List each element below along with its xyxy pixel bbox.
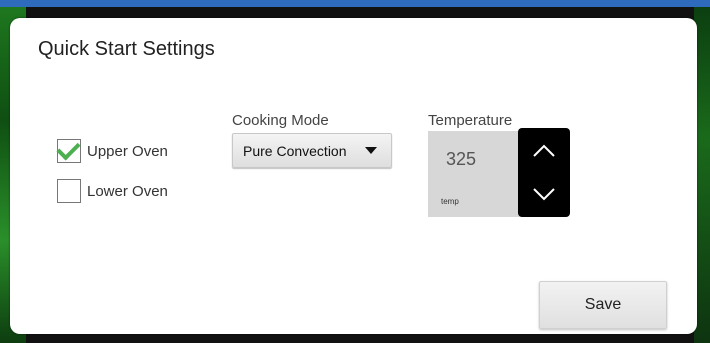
temperature-increase-button[interactable] bbox=[518, 128, 570, 172]
cooking-mode-dropdown[interactable]: Pure Convection bbox=[232, 133, 392, 168]
lower-oven-label: Lower Oven bbox=[87, 182, 168, 200]
lower-oven-option[interactable]: Lower Oven bbox=[57, 179, 168, 203]
cooking-mode-value: Pure Convection bbox=[243, 142, 347, 159]
lower-oven-checkbox[interactable] bbox=[57, 179, 81, 203]
caret-down-icon bbox=[365, 147, 377, 154]
upper-oven-option[interactable]: Upper Oven bbox=[56, 136, 168, 163]
temperature-decrease-button[interactable] bbox=[518, 173, 570, 217]
chevron-up-icon bbox=[533, 144, 555, 157]
upper-oven-label: Upper Oven bbox=[87, 142, 168, 160]
chevron-down-icon bbox=[533, 188, 555, 201]
upper-oven-checkbox[interactable] bbox=[56, 136, 81, 163]
temperature-value: 325 bbox=[446, 149, 477, 169]
quick-start-dialog: Quick Start Settings Upper Oven Lower Ov… bbox=[10, 18, 697, 334]
temperature-unit-label: temp bbox=[441, 197, 459, 206]
save-button[interactable]: Save bbox=[539, 281, 667, 329]
dialog-title: Quick Start Settings bbox=[38, 38, 215, 60]
temperature-stepper bbox=[518, 128, 570, 217]
window-top-border bbox=[0, 0, 710, 7]
temperature-display: 325 temp bbox=[428, 131, 520, 217]
cooking-mode-label: Cooking Mode bbox=[232, 112, 329, 129]
check-icon bbox=[56, 136, 81, 161]
temperature-label: Temperature bbox=[428, 112, 513, 129]
